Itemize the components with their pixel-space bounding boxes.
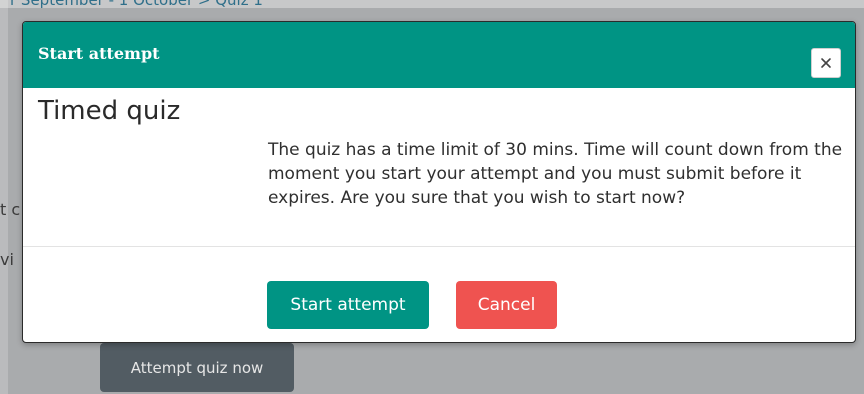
dialog-header: Start attempt — [23, 22, 855, 88]
dialog-message: The quiz has a time limit of 30 mins. Ti… — [268, 140, 843, 208]
breadcrumb[interactable]: r September - 1 October > Quiz 1 — [10, 0, 263, 9]
background-text-fragment: vi — [0, 250, 14, 269]
cancel-button[interactable]: Cancel — [456, 281, 557, 329]
background-text-fragment: t c — [0, 200, 21, 219]
dialog-heading: Timed quiz — [38, 96, 181, 126]
close-icon — [821, 58, 831, 68]
footer-divider — [23, 246, 855, 247]
attempt-quiz-now-button[interactable]: Attempt quiz now — [100, 343, 294, 392]
dialog-body: Timed quiz The quiz has a time limit of … — [23, 88, 855, 246]
start-attempt-dialog: Start attempt Timed quiz The quiz has a … — [22, 21, 856, 343]
close-button[interactable] — [811, 48, 841, 78]
dialog-title: Start attempt — [38, 44, 160, 63]
start-attempt-button[interactable]: Start attempt — [267, 281, 429, 329]
page-left-strip — [0, 0, 8, 394]
